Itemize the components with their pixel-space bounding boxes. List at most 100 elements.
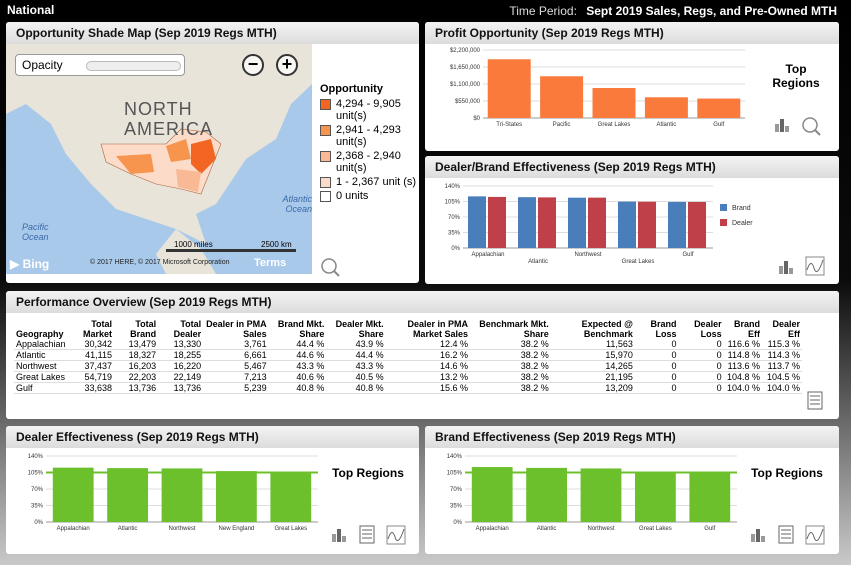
table-cell: 21,195 [550, 371, 635, 383]
opacity-label: Opacity [22, 58, 63, 72]
table-icon[interactable] [777, 525, 795, 545]
bar-chart-icon[interactable] [777, 258, 795, 276]
bar [488, 196, 506, 248]
table-cell: 14.6 % [385, 360, 470, 372]
top-bar: National Time Period: Sept 2019 Sales, R… [0, 0, 851, 20]
line-chart-icon[interactable] [805, 525, 825, 545]
y-tick-label: 140% [28, 454, 44, 460]
legend-label: 1 - 2,367 unit (s) [336, 176, 417, 188]
bar [638, 201, 656, 248]
table-icon[interactable] [358, 525, 376, 545]
bar-chart-icon[interactable] [773, 116, 791, 134]
line-chart-icon[interactable] [805, 256, 825, 276]
top-regions-label[interactable]: Top Regions [747, 466, 827, 480]
table-cell: Atlantic [14, 349, 68, 361]
x-tick-label: Atlantic [118, 526, 138, 532]
table-row[interactable]: Atlantic 41,115 18,327 18,255 6,661 44.6 % 44.… [14, 349, 802, 361]
zoom-out-button[interactable]: − [242, 54, 264, 76]
table-row[interactable]: Gulf 33,638 13,736 13,736 5,239 40.8 % 40.8 % 1… [14, 382, 802, 394]
opacity-slider[interactable] [86, 61, 181, 71]
x-tick-label: Pacific [553, 122, 571, 128]
table-row[interactable]: Great Lakes 54,719 22,203 22,149 7,213 40.6 %… [14, 371, 802, 383]
table-cell: 6,661 [203, 349, 269, 361]
bar [540, 76, 584, 118]
table-row[interactable]: Northwest 37,437 16,203 16,220 5,467 43.3 % 43… [14, 360, 802, 372]
line-chart-icon[interactable] [386, 525, 406, 545]
x-tick-label: Tri-States [496, 122, 522, 128]
table-cell: 43.9 % [326, 339, 386, 350]
table-cell: 104.8 % [723, 371, 762, 383]
y-tick-label: 35% [450, 504, 463, 510]
legend-title: Opportunity [320, 83, 383, 95]
column-header[interactable]: Geography [14, 319, 68, 339]
legend-swatch [320, 191, 331, 202]
table-cell: 54,719 [67, 371, 115, 383]
zoom-in-button[interactable]: + [276, 54, 298, 76]
column-header[interactable]: Brand Loss [635, 319, 679, 339]
effectiveness-chart: 0% 35% 70% 105% 140% Appalachian Atlantic North… [445, 184, 754, 265]
column-header[interactable]: Dealer Mkt. Share [326, 319, 385, 339]
column-header[interactable]: Expected @ Benchmark [551, 319, 635, 339]
x-tick-label: Great Lakes [598, 122, 631, 128]
profit-opportunity-panel: Profit Opportunity (Sep 2019 Regs MTH) $… [425, 22, 839, 151]
column-header[interactable]: Total Dealer [158, 319, 203, 339]
zoom-icon[interactable] [801, 116, 821, 136]
legend-label: Dealer [732, 220, 753, 227]
column-header[interactable]: Brand Eff [724, 319, 762, 339]
table-cell: 104.0 % [723, 382, 762, 394]
legend-swatch [320, 151, 331, 162]
map-legend: Opportunity 4,294 - 9,905 unit(s) 2,941 -… [320, 83, 419, 204]
opacity-control[interactable]: Opacity [15, 54, 185, 76]
bar [518, 197, 536, 248]
y-tick-label: 70% [31, 487, 44, 493]
y-tick-label: 70% [450, 487, 463, 493]
column-header[interactable]: Dealer Loss [678, 319, 723, 339]
table-cell: 43.3 % [268, 360, 327, 372]
time-period-label: Time Period: [509, 4, 577, 18]
column-header[interactable]: Total Market [68, 319, 114, 339]
time-period-value[interactable]: Sept 2019 Sales, Regs, and Pre-Owned MTH [586, 4, 837, 18]
table-cell: 0 [678, 349, 724, 361]
table-icon[interactable] [806, 391, 824, 411]
y-tick-label: 140% [445, 184, 461, 190]
legend-label: 4,294 - 9,905 unit(s) [336, 98, 401, 122]
terms-link[interactable]: Terms [254, 257, 286, 269]
column-header[interactable]: Dealer in PMA Sales [203, 319, 268, 339]
y-tick-label: 140% [447, 454, 463, 460]
map-view[interactable]: NORTH AMERICA Pacific Ocean Atlantic Oce… [6, 44, 312, 274]
column-header[interactable]: Dealer Eff [762, 319, 802, 339]
table-cell: 16,203 [114, 360, 159, 372]
bar [697, 98, 741, 118]
top-regions-label[interactable]: Top Regions [765, 62, 827, 90]
table-cell: 16,220 [158, 360, 204, 372]
table-cell: 3,761 [203, 339, 269, 350]
table-cell: 104.0 % [761, 382, 802, 394]
panel-title: Opportunity Shade Map (Sep 2019 Regs MTH… [6, 22, 419, 44]
column-header[interactable]: Benchmark Mkt. Share [470, 319, 551, 339]
top-regions-label[interactable]: Top Regions [328, 466, 408, 480]
bar [668, 201, 686, 248]
zoom-icon[interactable] [320, 257, 340, 277]
table-cell: 13,736 [158, 382, 204, 394]
table-cell: 114.3 % [761, 349, 802, 361]
panel-title: Performance Overview (Sep 2019 Regs MTH) [6, 291, 839, 313]
x-tick-label: Gulf [682, 252, 693, 258]
table-cell: 5,467 [203, 360, 269, 372]
bar-chart-icon[interactable] [330, 526, 348, 544]
legend-item: 1 - 2,367 unit (s) [320, 176, 419, 188]
legend-swatch [320, 125, 331, 136]
table-cell: 0 [634, 339, 679, 350]
table-cell: 44.6 % [268, 349, 327, 361]
bar [487, 59, 531, 118]
column-header[interactable]: Dealer in PMA Market Sales [386, 319, 470, 339]
y-tick-label: 35% [448, 231, 461, 237]
scope-label: National [7, 3, 55, 17]
bar-chart-icon[interactable] [749, 526, 767, 544]
table-row[interactable]: Appalachian 30,342 13,479 13,330 3,761 44.4 %… [14, 339, 802, 350]
y-tick-label: $550,000 [455, 99, 481, 105]
column-header[interactable]: Total Brand [114, 319, 158, 339]
table-cell: Great Lakes [14, 371, 68, 383]
profit-chart: $0 $550,000 $1,100,000 $1,650,000 $2,200,000… [450, 48, 745, 128]
bar [568, 197, 586, 248]
column-header[interactable]: Brand Mkt. Share [269, 319, 327, 339]
